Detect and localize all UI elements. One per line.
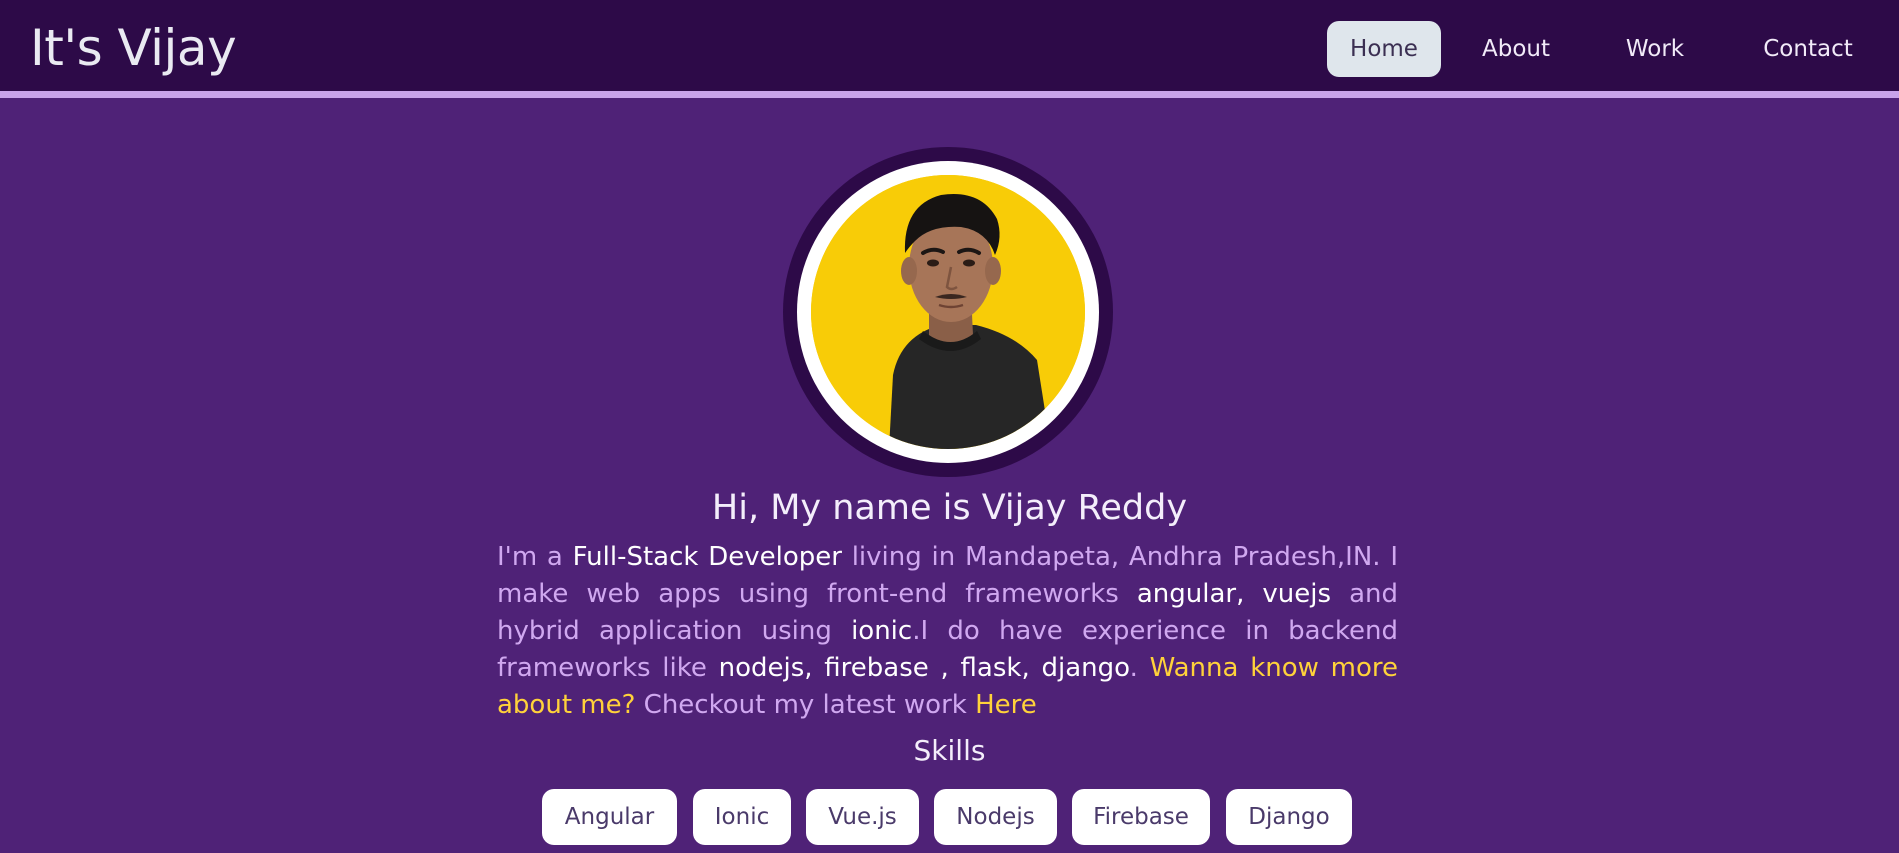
skill-chip-firebase[interactable]: Firebase (1072, 789, 1210, 845)
bio-frontend-skills: angular, vuejs (1136, 579, 1332, 609)
bio-text: Checkout my latest work (635, 690, 976, 720)
nav-home[interactable]: Home (1327, 21, 1441, 77)
navbar: It's Vijay Home About Work Contact (0, 0, 1899, 98)
avatar-ring (797, 161, 1099, 463)
nav-work[interactable]: Work (1609, 21, 1701, 77)
bio-text: . (1129, 653, 1150, 683)
bio-backend-skills: nodejs, firebase , flask, django (718, 653, 1130, 683)
skills-heading: Skills (913, 734, 986, 767)
bio-hybrid-skill: ionic (851, 616, 913, 646)
bio-paragraph: I'm a Full-Stack Developer living in Man… (497, 539, 1398, 724)
skill-chip-ionic[interactable]: Ionic (693, 789, 791, 845)
avatar (783, 147, 1113, 477)
person-silhouette-icon (811, 175, 1085, 449)
latest-work-link[interactable]: Here (975, 690, 1037, 720)
bio-role: Full-Stack Developer (572, 542, 842, 572)
skill-chip-nodejs[interactable]: Nodejs (934, 789, 1057, 845)
skill-chip-angular[interactable]: Angular (542, 789, 677, 845)
skill-chip-vuejs[interactable]: Vue.js (806, 789, 919, 845)
hero-section: Hi, My name is Vijay Reddy I'm a Full-St… (0, 105, 1899, 853)
nav-about[interactable]: About (1466, 21, 1566, 77)
bio-text: I'm a (497, 542, 573, 572)
skill-chip-django[interactable]: Django (1226, 789, 1352, 845)
greeting-heading: Hi, My name is Vijay Reddy (711, 488, 1188, 528)
nav-contact[interactable]: Contact (1749, 21, 1867, 77)
profile-photo (811, 175, 1085, 449)
brand-logo[interactable]: It's Vijay (30, 18, 237, 78)
